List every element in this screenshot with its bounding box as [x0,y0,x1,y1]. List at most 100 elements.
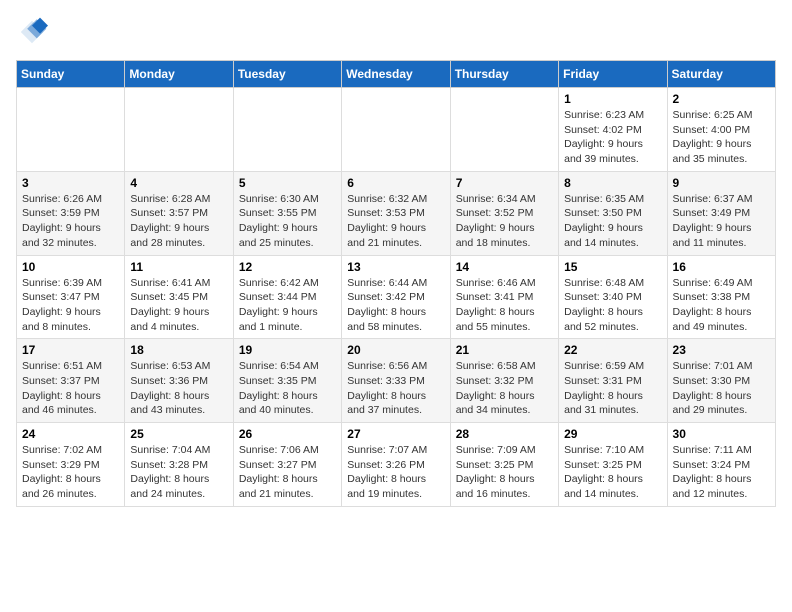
calendar-cell: 2Sunrise: 6:25 AM Sunset: 4:00 PM Daylig… [667,88,775,172]
day-number: 26 [239,427,336,441]
day-info: Sunrise: 6:48 AM Sunset: 3:40 PM Dayligh… [564,276,661,335]
day-header-tuesday: Tuesday [233,61,341,88]
calendar-week-row: 3 Sunrise: 6:26 AM Sunset: 3:59 PM Daylig… [17,171,776,255]
day-info: Sunrise: 6:32 AM Sunset: 3:53 PM Dayligh… [347,192,444,251]
day-info: Sunrise: 7:10 AM Sunset: 3:25 PM Dayligh… [564,443,661,502]
day-number: 24 [22,427,119,441]
day-info: Sunrise: 6:39 AM Sunset: 3:47 PM Dayligh… [22,276,119,335]
day-info: Sunrise: 6:37 AM Sunset: 3:49 PM Dayligh… [673,192,770,251]
day-info: Sunrise: 6:44 AM Sunset: 3:42 PM Dayligh… [347,276,444,335]
calendar-cell [342,88,450,172]
day-header-friday: Friday [559,61,667,88]
calendar-cell: 13 Sunrise: 6:44 AM Sunset: 3:42 PM Dayli… [342,255,450,339]
calendar-cell: 26 Sunrise: 7:06 AM Sunset: 3:27 PM Dayli… [233,423,341,507]
day-number: 15 [564,260,661,274]
day-info: Sunrise: 7:04 AM Sunset: 3:28 PM Dayligh… [130,443,227,502]
calendar-cell: 28Sunrise: 7:09 AM Sunset: 3:25 PM Dayli… [450,423,558,507]
calendar-week-row: 24 Sunrise: 7:02 AM Sunset: 3:29 PM Dayli… [17,423,776,507]
calendar-cell: 6Sunrise: 6:32 AM Sunset: 3:53 PM Daylig… [342,171,450,255]
day-number: 13 [347,260,444,274]
calendar-week-row: 17 Sunrise: 6:51 AM Sunset: 3:37 PM Dayli… [17,339,776,423]
day-number: 1 [564,92,661,106]
day-info: Sunrise: 6:51 AM Sunset: 3:37 PM Dayligh… [22,359,119,418]
day-info: Sunrise: 6:28 AM Sunset: 3:57 PM Dayligh… [130,192,227,251]
calendar-cell: 16 Sunrise: 6:49 AM Sunset: 3:38 PM Dayli… [667,255,775,339]
day-info: Sunrise: 6:30 AM Sunset: 3:55 PM Dayligh… [239,192,336,251]
day-info: Sunrise: 6:56 AM Sunset: 3:33 PM Dayligh… [347,359,444,418]
day-info: Sunrise: 6:23 AM Sunset: 4:02 PM Dayligh… [564,108,661,167]
calendar-cell [233,88,341,172]
day-info: Sunrise: 6:46 AM Sunset: 3:41 PM Dayligh… [456,276,553,335]
day-number: 2 [673,92,770,106]
day-info: Sunrise: 6:53 AM Sunset: 3:36 PM Dayligh… [130,359,227,418]
calendar-cell: 4 Sunrise: 6:28 AM Sunset: 3:57 PM Daylig… [125,171,233,255]
day-info: Sunrise: 7:06 AM Sunset: 3:27 PM Dayligh… [239,443,336,502]
day-info: Sunrise: 6:42 AM Sunset: 3:44 PM Dayligh… [239,276,336,335]
calendar-cell: 25 Sunrise: 7:04 AM Sunset: 3:28 PM Dayli… [125,423,233,507]
day-info: Sunrise: 7:01 AM Sunset: 3:30 PM Dayligh… [673,359,770,418]
day-info: Sunrise: 7:02 AM Sunset: 3:29 PM Dayligh… [22,443,119,502]
day-number: 14 [456,260,553,274]
calendar-week-row: 10 Sunrise: 6:39 AM Sunset: 3:47 PM Dayli… [17,255,776,339]
calendar-cell [450,88,558,172]
calendar-cell: 10 Sunrise: 6:39 AM Sunset: 3:47 PM Dayli… [17,255,125,339]
calendar-cell: 19 Sunrise: 6:54 AM Sunset: 3:35 PM Dayli… [233,339,341,423]
day-header-monday: Monday [125,61,233,88]
calendar-cell: 9 Sunrise: 6:37 AM Sunset: 3:49 PM Daylig… [667,171,775,255]
calendar-cell: 3 Sunrise: 6:26 AM Sunset: 3:59 PM Daylig… [17,171,125,255]
calendar-cell: 17 Sunrise: 6:51 AM Sunset: 3:37 PM Dayli… [17,339,125,423]
day-number: 20 [347,343,444,357]
day-number: 25 [130,427,227,441]
calendar-cell: 7 Sunrise: 6:34 AM Sunset: 3:52 PM Daylig… [450,171,558,255]
day-number: 23 [673,343,770,357]
day-number: 7 [456,176,553,190]
day-number: 21 [456,343,553,357]
calendar-cell: 22Sunrise: 6:59 AM Sunset: 3:31 PM Dayli… [559,339,667,423]
logo-icon [16,16,48,48]
day-info: Sunrise: 7:07 AM Sunset: 3:26 PM Dayligh… [347,443,444,502]
day-number: 30 [673,427,770,441]
calendar-cell: 30Sunrise: 7:11 AM Sunset: 3:24 PM Dayli… [667,423,775,507]
day-info: Sunrise: 6:41 AM Sunset: 3:45 PM Dayligh… [130,276,227,335]
day-number: 5 [239,176,336,190]
calendar-cell: 1 Sunrise: 6:23 AM Sunset: 4:02 PM Daylig… [559,88,667,172]
calendar-header-row: SundayMondayTuesdayWednesdayThursdayFrid… [17,61,776,88]
day-number: 19 [239,343,336,357]
calendar-cell: 8Sunrise: 6:35 AM Sunset: 3:50 PM Daylig… [559,171,667,255]
day-number: 9 [673,176,770,190]
calendar-cell [125,88,233,172]
day-number: 18 [130,343,227,357]
day-number: 17 [22,343,119,357]
day-info: Sunrise: 6:26 AM Sunset: 3:59 PM Dayligh… [22,192,119,251]
day-number: 11 [130,260,227,274]
day-header-wednesday: Wednesday [342,61,450,88]
day-header-saturday: Saturday [667,61,775,88]
day-info: Sunrise: 6:34 AM Sunset: 3:52 PM Dayligh… [456,192,553,251]
day-number: 27 [347,427,444,441]
day-number: 16 [673,260,770,274]
calendar-cell: 20 Sunrise: 6:56 AM Sunset: 3:33 PM Dayli… [342,339,450,423]
day-info: Sunrise: 6:54 AM Sunset: 3:35 PM Dayligh… [239,359,336,418]
day-number: 10 [22,260,119,274]
day-number: 12 [239,260,336,274]
calendar-cell: 27 Sunrise: 7:07 AM Sunset: 3:26 PM Dayli… [342,423,450,507]
day-number: 4 [130,176,227,190]
logo [16,16,52,48]
calendar-cell: 29 Sunrise: 7:10 AM Sunset: 3:25 PM Dayli… [559,423,667,507]
calendar-cell [17,88,125,172]
calendar-cell: 11 Sunrise: 6:41 AM Sunset: 3:45 PM Dayli… [125,255,233,339]
calendar-week-row: 1 Sunrise: 6:23 AM Sunset: 4:02 PM Daylig… [17,88,776,172]
day-info: Sunrise: 6:59 AM Sunset: 3:31 PM Dayligh… [564,359,661,418]
calendar-cell: 24 Sunrise: 7:02 AM Sunset: 3:29 PM Dayli… [17,423,125,507]
day-info: Sunrise: 6:35 AM Sunset: 3:50 PM Dayligh… [564,192,661,251]
day-info: Sunrise: 6:58 AM Sunset: 3:32 PM Dayligh… [456,359,553,418]
day-number: 3 [22,176,119,190]
day-header-sunday: Sunday [17,61,125,88]
day-info: Sunrise: 6:49 AM Sunset: 3:38 PM Dayligh… [673,276,770,335]
day-number: 29 [564,427,661,441]
calendar-cell: 5 Sunrise: 6:30 AM Sunset: 3:55 PM Daylig… [233,171,341,255]
calendar-cell: 21 Sunrise: 6:58 AM Sunset: 3:32 PM Dayli… [450,339,558,423]
day-header-thursday: Thursday [450,61,558,88]
calendar-cell: 15 Sunrise: 6:48 AM Sunset: 3:40 PM Dayli… [559,255,667,339]
day-number: 28 [456,427,553,441]
